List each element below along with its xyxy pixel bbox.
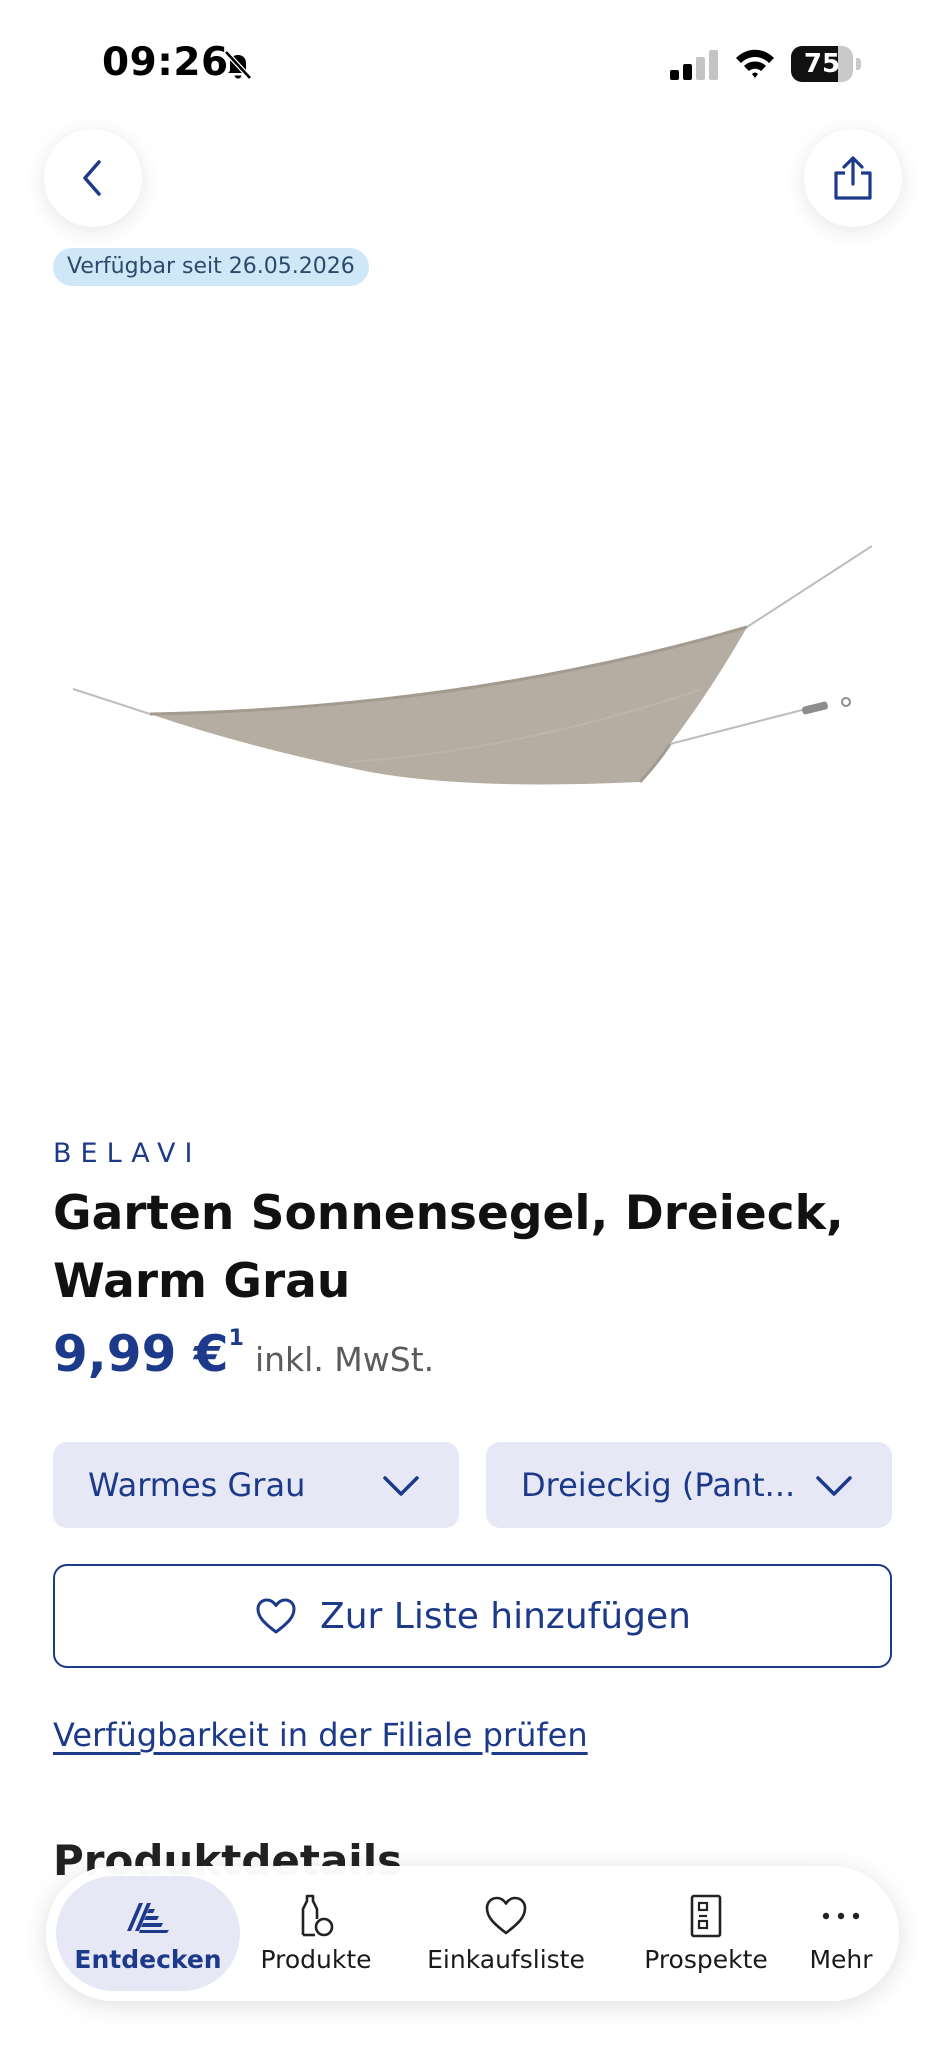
chevron-down-icon — [383, 1476, 419, 1496]
nav-label: Produkte — [260, 1945, 372, 1974]
nav-label: Einkaufsliste — [427, 1945, 585, 1974]
share-button[interactable] — [804, 129, 902, 227]
heart-icon — [485, 1896, 527, 1935]
bottom-nav: Entdecken Produkte Einkaufsliste Prospek… — [46, 1866, 899, 2001]
color-select-value: Warmes Grau — [88, 1466, 306, 1504]
bottle-icon — [301, 1894, 334, 1937]
product-price: 9,99 € — [53, 1325, 229, 1383]
product-title: Garten Sonnensegel, Dreieck, Warm Grau — [53, 1186, 844, 1309]
more-dots-icon — [822, 1912, 860, 1920]
cellular-signal-icon — [670, 50, 718, 80]
share-icon — [834, 156, 872, 200]
color-select[interactable]: Warmes Grau — [53, 1442, 459, 1528]
back-button[interactable] — [44, 129, 142, 227]
availability-badge: Verfügbar seit 26.05.2026 — [53, 248, 369, 286]
store-availability-link[interactable]: Verfügbarkeit in der Filiale prüfen — [53, 1716, 588, 1754]
product-image — [72, 545, 873, 785]
product-brand: BELAVI — [53, 1138, 202, 1169]
nav-item-produkte[interactable]: Produkte — [246, 1866, 386, 2001]
bell-off-icon — [224, 50, 252, 80]
add-to-list-button[interactable]: Zur Liste hinzufügen — [53, 1564, 892, 1668]
nav-item-einkaufsliste[interactable]: Einkaufsliste — [396, 1866, 616, 2001]
heart-icon — [256, 1598, 296, 1634]
battery-icon: 75 — [791, 46, 861, 82]
nav-label: Prospekte — [644, 1945, 768, 1974]
chevron-down-icon — [816, 1476, 852, 1496]
aldi-logo-icon — [127, 1903, 169, 1933]
status-time: 09:26 — [102, 40, 229, 85]
price-footnote-marker: 1 — [228, 1326, 244, 1351]
nav-item-prospekte[interactable]: Prospekte — [626, 1866, 786, 2001]
price-tax-note: inkl. MwSt. — [254, 1340, 435, 1379]
price-row: 9,99 €1 inkl. MwSt. — [53, 1325, 434, 1395]
status-bar: 09:26 75 — [0, 0, 945, 120]
chevron-left-icon — [83, 160, 101, 196]
battery-level: 75 — [803, 49, 841, 79]
nav-label: Entdecken — [74, 1945, 222, 1974]
brochure-icon — [690, 1894, 722, 1938]
nav-item-entdecken[interactable]: Entdecken — [56, 1866, 240, 2001]
nav-label: Mehr — [809, 1945, 873, 1974]
shape-select-value: Dreieckig (Pant... — [521, 1466, 796, 1504]
nav-item-mehr[interactable]: Mehr — [796, 1866, 886, 2001]
wifi-icon — [736, 49, 774, 78]
add-to-list-label: Zur Liste hinzufügen — [320, 1595, 691, 1637]
shape-select[interactable]: Dreieckig (Pant... — [486, 1442, 892, 1528]
